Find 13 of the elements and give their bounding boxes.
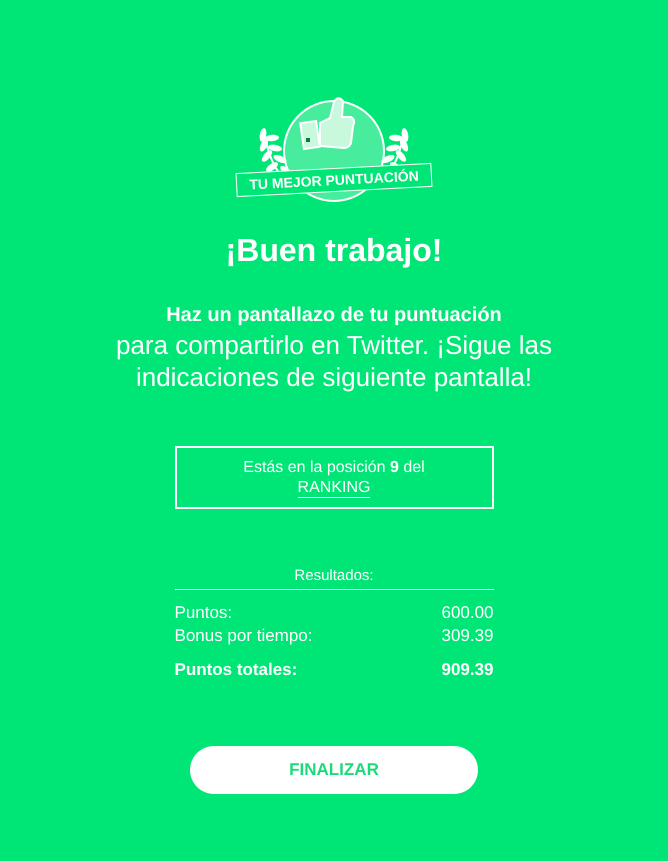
ranking-position-text: Estás en la posición 9 del bbox=[243, 458, 425, 478]
result-label: Puntos: bbox=[174, 602, 232, 624]
finalize-button[interactable]: FINALIZAR bbox=[190, 746, 478, 794]
instruction-text: para compartirlo en Twitter. ¡Sigue las indicaciones de siguiente pantalla! bbox=[115, 329, 553, 393]
result-value: 909.39 bbox=[442, 659, 494, 681]
result-label: Puntos totales: bbox=[174, 659, 298, 681]
instruction-title: Haz un pantallazo de tu puntuación bbox=[166, 303, 502, 328]
page-heading: ¡Buen trabajo! bbox=[226, 231, 442, 269]
ranking-link[interactable]: RANKING bbox=[298, 478, 370, 498]
result-label: Bonus por tiempo: bbox=[174, 625, 312, 647]
result-value: 600.00 bbox=[442, 602, 494, 624]
result-value: 309.39 bbox=[442, 625, 494, 647]
results-title: Resultados: bbox=[294, 566, 374, 586]
